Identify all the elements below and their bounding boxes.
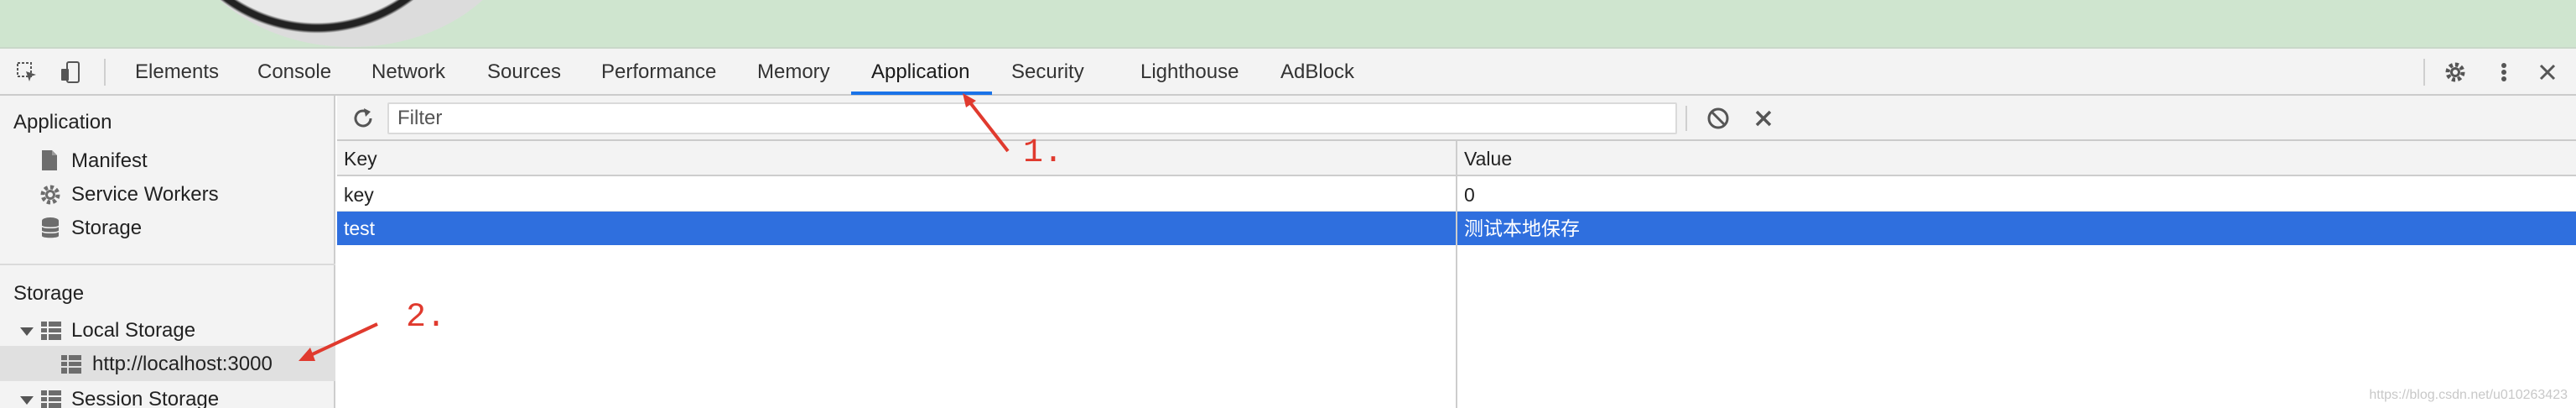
close-devtools-icon[interactable] bbox=[2536, 60, 2559, 84]
toolbar-separator bbox=[2423, 59, 2425, 86]
clear-all-icon[interactable] bbox=[1706, 106, 1731, 135]
grid-table-icon bbox=[40, 390, 62, 408]
expand-triangle-icon[interactable] bbox=[20, 327, 34, 336]
grid-table-icon bbox=[40, 321, 62, 345]
storage-filter-bar bbox=[337, 96, 2576, 141]
gear-icon bbox=[39, 183, 62, 211]
tab-security[interactable]: Security bbox=[1011, 49, 1084, 96]
sidebar-item-service-workers[interactable]: Service Workers bbox=[71, 183, 219, 207]
tab-adblock[interactable]: AdBlock bbox=[1280, 49, 1354, 96]
device-toolbar-icon[interactable] bbox=[59, 60, 82, 84]
refresh-icon[interactable] bbox=[351, 106, 376, 135]
table-cell-value: 测试本地保存 bbox=[1464, 217, 1580, 239]
sidebar-item-manifest[interactable]: Manifest bbox=[71, 149, 148, 173]
annotation-label-1: 1. bbox=[1023, 134, 1064, 172]
table-cell-key: key bbox=[344, 184, 374, 206]
annotation-label-2: 2. bbox=[406, 299, 447, 337]
file-icon bbox=[40, 149, 59, 175]
tab-network[interactable]: Network bbox=[371, 49, 445, 96]
watermark: https://blog.csdn.net/u010263423 bbox=[2369, 388, 2568, 402]
tab-console[interactable]: Console bbox=[257, 49, 331, 96]
annotation-arrow-2 bbox=[299, 322, 378, 361]
tab-memory[interactable]: Memory bbox=[757, 49, 830, 96]
sidebar-divider bbox=[0, 264, 335, 265]
column-header-value[interactable]: Value bbox=[1457, 141, 2576, 176]
inspect-element-icon[interactable] bbox=[15, 60, 39, 84]
storage-table: Key Value key 0 test 测试本地保存 bbox=[337, 141, 2576, 408]
profile-photo bbox=[179, 0, 523, 47]
tab-lighthouse[interactable]: Lighthouse bbox=[1140, 49, 1239, 96]
devtools-toolbar: Elements Console Network Sources Perform… bbox=[0, 49, 2576, 96]
filter-input[interactable] bbox=[387, 102, 1677, 134]
table-cell-key: test bbox=[344, 217, 376, 239]
filter-separator bbox=[1685, 106, 1687, 131]
sidebar-item-storage[interactable]: Storage bbox=[71, 217, 142, 240]
sidebar-heading-storage: Storage bbox=[13, 282, 85, 305]
tab-performance[interactable]: Performance bbox=[601, 49, 716, 96]
table-cell-value: 0 bbox=[1464, 184, 1475, 206]
settings-gear-icon[interactable] bbox=[2444, 60, 2467, 84]
database-icon bbox=[40, 217, 60, 244]
column-header-key[interactable]: Key bbox=[337, 141, 1456, 176]
sidebar-heading-application: Application bbox=[13, 111, 112, 133]
sidebar-item-session-storage[interactable]: Session Storage bbox=[71, 388, 219, 408]
expand-triangle-icon[interactable] bbox=[20, 396, 34, 405]
column-divider[interactable] bbox=[1456, 141, 1457, 408]
toolbar-separator bbox=[104, 59, 106, 86]
tab-application[interactable]: Application bbox=[871, 49, 969, 96]
annotation-arrow-1 bbox=[963, 93, 1010, 153]
tab-sources[interactable]: Sources bbox=[487, 49, 561, 96]
tab-elements[interactable]: Elements bbox=[135, 49, 219, 96]
more-options-icon[interactable] bbox=[2492, 60, 2516, 84]
application-sidebar: Application Manifest Service Workers Sto… bbox=[0, 96, 335, 408]
sidebar-item-local-storage-origin[interactable]: http://localhost:3000 bbox=[92, 353, 273, 376]
delete-selected-icon[interactable] bbox=[1751, 106, 1776, 135]
page-header-strip bbox=[0, 0, 2576, 49]
grid-table-icon bbox=[60, 354, 82, 379]
sidebar-item-local-storage[interactable]: Local Storage bbox=[71, 319, 195, 343]
